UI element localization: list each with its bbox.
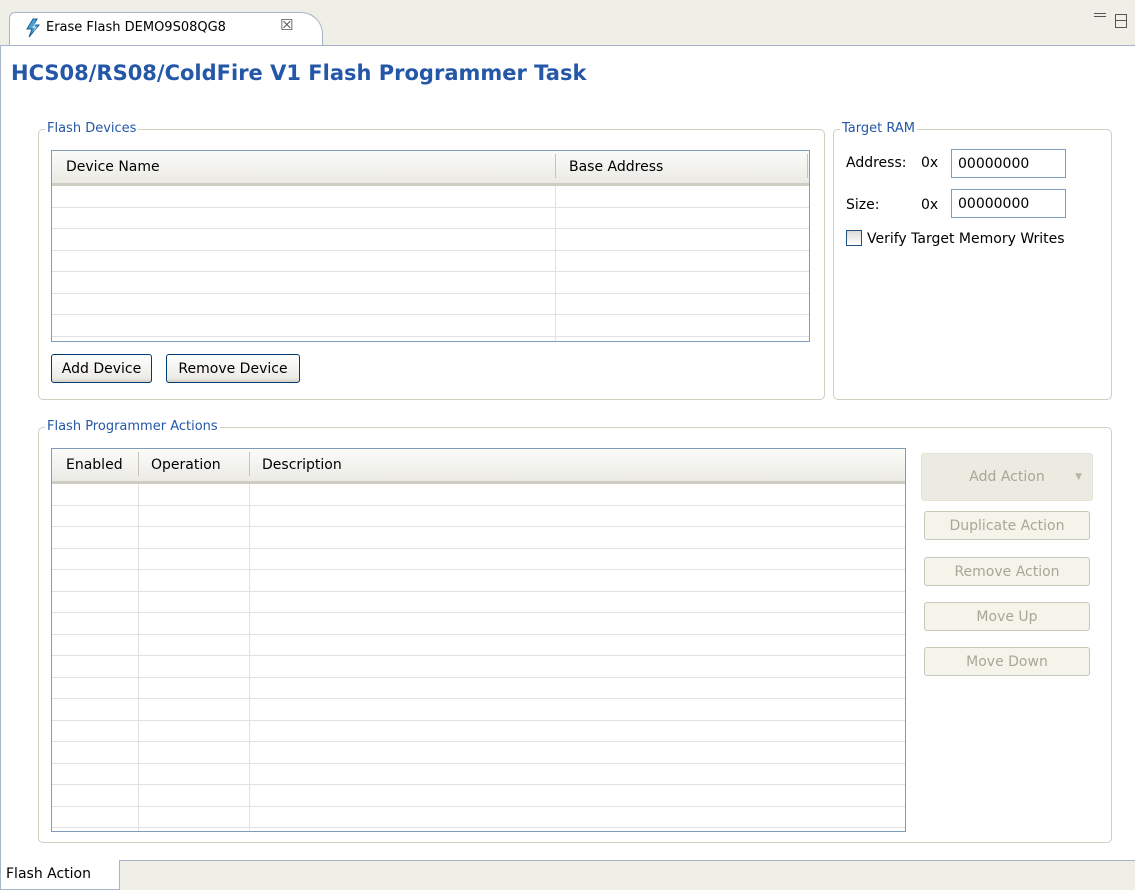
table-row[interactable] [52,742,905,764]
flash-programmer-actions-legend: Flash Programmer Actions [45,419,220,434]
verify-writes-checkbox[interactable] [846,230,862,246]
table-header: Device Name Base Address [52,151,809,186]
size-label: Size: [846,197,880,213]
dropdown-arrow-icon: ▼ [1075,472,1082,482]
table-row[interactable] [52,656,905,678]
tab-flash-action-label: Flash Action [6,866,91,882]
table-row[interactable] [52,506,905,527]
table-row[interactable] [52,570,905,592]
remove-action-button[interactable]: Remove Action [924,557,1090,586]
column-header-operation[interactable]: Operation [151,457,221,473]
add-action-button[interactable]: Add Action ▼ [921,453,1093,501]
table-row[interactable] [52,251,809,272]
address-prefix: 0x [921,155,939,171]
add-action-label: Add Action [969,469,1045,485]
editor-left-border [0,45,1,860]
duplicate-action-button[interactable]: Duplicate Action [924,511,1090,540]
column-header-device-name[interactable]: Device Name [66,159,160,175]
table-header: Enabled Operation Description [52,449,905,484]
table-row[interactable] [52,272,809,294]
minimize-icon[interactable] [1094,12,1108,18]
address-field[interactable] [951,149,1066,178]
verify-writes-label[interactable]: Verify Target Memory Writes [867,231,1065,247]
table-row[interactable] [52,635,905,656]
table-row[interactable] [52,678,905,699]
table-row[interactable] [52,785,905,807]
editor-tab[interactable]: Erase Flash DEMO9S08QG8 ☒ [9,12,323,45]
table-row[interactable] [52,315,809,337]
move-down-button[interactable]: Move Down [924,647,1090,676]
tab-flash-action[interactable]: Flash Action [0,860,120,890]
actions-rows [52,484,905,828]
table-row[interactable] [52,807,905,828]
table-row[interactable] [52,229,809,251]
table-row[interactable] [52,613,905,635]
flash-devices-rows [52,186,809,337]
size-field[interactable] [951,189,1066,218]
column-divider [249,484,250,831]
flash-programmer-actions-group: Flash Programmer Actions Enabled Operati… [38,419,1112,843]
editor-tab-strip: Erase Flash DEMO9S08QG8 ☒ [0,0,1135,46]
add-device-button[interactable]: Add Device [51,354,152,383]
table-row[interactable] [52,699,905,721]
column-separator [555,154,556,178]
table-row[interactable] [52,721,905,742]
table-row[interactable] [52,592,905,613]
column-header-base-address[interactable]: Base Address [569,159,663,175]
table-row[interactable] [52,484,905,506]
flash-task-icon [24,18,42,42]
column-separator [807,154,808,178]
move-up-button[interactable]: Move Up [924,602,1090,631]
table-row[interactable] [52,294,809,315]
address-label: Address: [846,155,907,171]
column-divider [555,186,556,341]
column-header-enabled[interactable]: Enabled [66,457,123,473]
actions-table[interactable]: Enabled Operation Description [51,448,906,832]
table-row[interactable] [52,764,905,785]
flash-devices-legend: Flash Devices [45,121,139,136]
table-row[interactable] [52,186,809,208]
column-divider [138,484,139,831]
target-ram-legend: Target RAM [840,121,917,136]
page-title: HCS08/RS08/ColdFire V1 Flash Programmer … [11,61,587,85]
column-separator [249,452,250,476]
table-row[interactable] [52,527,905,549]
maximize-icon[interactable] [1115,14,1127,28]
editor-tab-title: Erase Flash DEMO9S08QG8 [46,20,226,35]
bottom-tab-strip: Flash Action [0,860,1135,890]
remove-device-button[interactable]: Remove Device [166,354,300,383]
column-header-description[interactable]: Description [262,457,342,473]
size-prefix: 0x [921,197,939,213]
column-separator [138,452,139,476]
table-row[interactable] [52,208,809,229]
flash-devices-table[interactable]: Device Name Base Address [51,150,810,342]
target-ram-group: Target RAM Address: 0x Size: 0x Verify T… [833,121,1112,400]
table-row[interactable] [52,549,905,570]
close-icon[interactable]: ☒ [280,16,293,34]
flash-devices-group: Flash Devices Device Name Base Address A… [38,121,825,400]
